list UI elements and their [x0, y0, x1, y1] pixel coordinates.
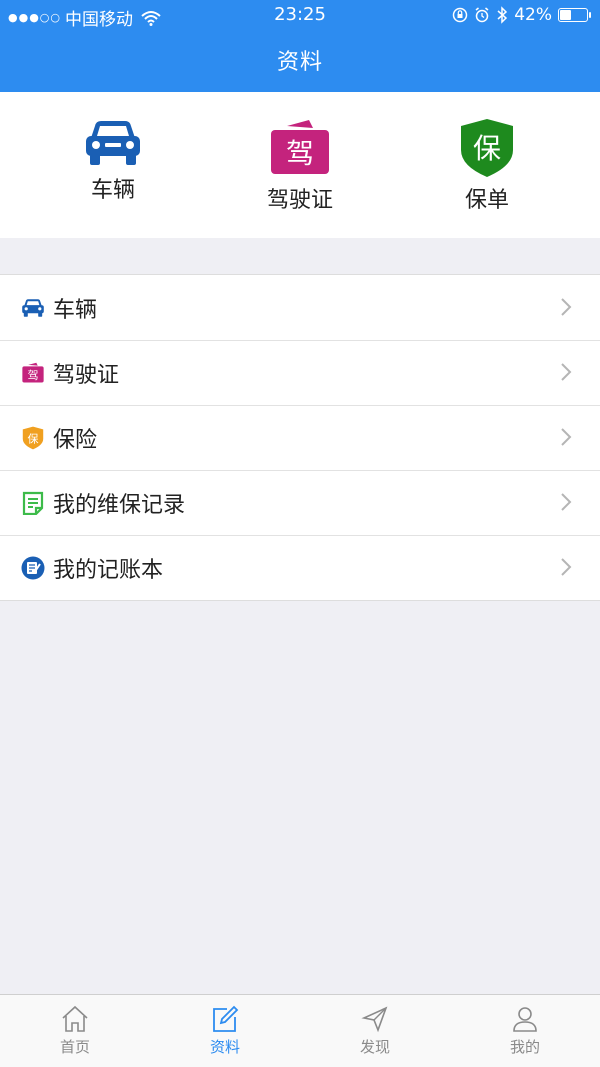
- home-icon: [62, 1005, 88, 1032]
- quick-action-license[interactable]: 驾 驾驶证: [240, 118, 360, 214]
- tab-mine[interactable]: 我的: [450, 995, 600, 1067]
- battery-level-fill: [560, 10, 571, 20]
- menu-item-label: 我的记账本: [53, 557, 164, 583]
- chevron-right-icon: [561, 298, 572, 316]
- quick-action-label: 驾驶证: [266, 188, 333, 213]
- shield-icon: 保: [461, 119, 513, 177]
- license-icon: 驾: [21, 361, 45, 385]
- battery-icon: [558, 8, 591, 22]
- menu-item-label: 保险: [53, 427, 98, 453]
- quick-action-vehicle[interactable]: 车辆: [53, 118, 173, 204]
- alarm-icon: [475, 7, 489, 23]
- menu-item-vehicle[interactable]: 车辆: [0, 275, 600, 340]
- quick-actions: 车辆 驾 驾驶证 保 保单: [0, 92, 600, 238]
- chevron-right-icon: [561, 558, 572, 576]
- license-icon: 驾: [271, 120, 329, 174]
- quick-action-label: 保单: [464, 188, 509, 213]
- menu-item-insurance[interactable]: 保 保险: [0, 405, 600, 470]
- tab-label: 资料: [209, 1038, 240, 1056]
- tab-label: 我的: [509, 1038, 540, 1056]
- top-bar: ●●●○○ 中国移动 23:25 42% 资料: [0, 0, 600, 92]
- chevron-right-icon: [561, 493, 572, 511]
- shield-icon: 保: [21, 426, 45, 450]
- menu-item-license[interactable]: 驾 驾驶证: [0, 340, 600, 405]
- account-book-icon: [21, 556, 45, 580]
- menu-item-label: 我的维保记录: [53, 492, 186, 518]
- menu-item-account-book[interactable]: 我的记账本: [0, 535, 600, 600]
- car-icon: [21, 296, 45, 320]
- chevron-right-icon: [561, 428, 572, 446]
- menu-list: 车辆 驾 驾驶证 保 保险 我的维保记录 我的记账本: [0, 274, 600, 601]
- tab-label: 首页: [59, 1038, 90, 1056]
- menu-item-label: 驾驶证: [53, 362, 120, 388]
- tab-home[interactable]: 首页: [0, 995, 150, 1067]
- rotation-lock-icon: [452, 7, 468, 23]
- menu-item-maintenance-record[interactable]: 我的维保记录: [0, 470, 600, 535]
- car-icon: [86, 121, 140, 165]
- tab-label: 发现: [359, 1038, 390, 1056]
- maintenance-record-icon: [21, 491, 45, 515]
- license-icon-text: 驾: [28, 368, 39, 381]
- quick-action-policy[interactable]: 保 保单: [427, 118, 547, 214]
- shield-icon-text: 保: [473, 132, 501, 165]
- status-bar: ●●●○○ 中国移动 23:25 42%: [0, 0, 600, 30]
- license-icon-text: 驾: [286, 137, 314, 170]
- battery-percent: 42%: [514, 5, 552, 25]
- send-icon: [361, 1006, 388, 1033]
- edit-icon: [213, 1005, 239, 1032]
- menu-item-label: 车辆: [53, 297, 98, 323]
- tab-bar: 首页 资料 发现 我的: [0, 994, 600, 1067]
- page-title: 资料: [276, 50, 323, 75]
- quick-action-label: 车辆: [90, 178, 135, 203]
- tab-data[interactable]: 资料: [150, 995, 300, 1067]
- bluetooth-icon: [497, 6, 508, 24]
- user-icon: [513, 1007, 537, 1032]
- tab-discover[interactable]: 发现: [300, 995, 450, 1067]
- shield-icon-text: 保: [28, 431, 39, 445]
- status-right: 42%: [452, 5, 591, 25]
- chevron-right-icon: [561, 363, 572, 381]
